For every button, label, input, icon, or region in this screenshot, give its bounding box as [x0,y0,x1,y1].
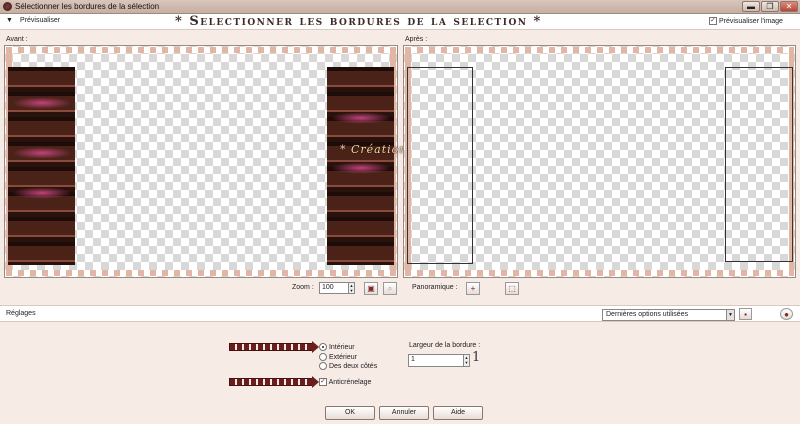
spin-arrows-icon[interactable]: ▲ ▼ [463,355,469,366]
arrow-decoration-1 [229,341,319,353]
border-width-stepper[interactable]: 1 ▲ ▼ [408,354,470,367]
after-label: Après : [405,36,428,43]
image-strip-right [327,67,394,265]
settings-bar: Réglages Dernières options utilisées ▼ ▪… [0,305,800,322]
before-label: Avant : [6,36,28,43]
settings-label: Réglages [6,310,36,317]
selection-border-right [725,67,793,262]
preset-value: Dernières options utilisées [606,311,689,318]
zoom-value: 100 [322,284,334,291]
before-preview-canvas[interactable] [4,45,398,278]
zoom-fit-icon[interactable]: ▣ [364,282,378,295]
border-width-label: Largeur de la bordure : [409,342,481,349]
preview-bar: ▼ Prévisualiser * Selectionner les bordu… [0,14,800,30]
title-bar: Sélectionner les bordures de la sélectio… [0,0,800,14]
after-preview-canvas[interactable] [403,45,796,278]
selection-border-left [407,67,473,264]
preview-toggle[interactable]: Prévisualiser [20,17,60,24]
pan-crosshair-icon[interactable]: + [466,282,480,295]
antialias-checkbox[interactable]: ✓ [319,378,327,386]
collapse-triangle-icon[interactable]: ▼ [6,17,13,24]
save-preset-icon[interactable]: ▪ [739,308,752,320]
arrow-decoration-2 [229,376,319,388]
preview-image-label: Prévisualiser l'image [718,17,783,25]
radio-interior[interactable]: Intérieur [319,343,355,351]
zoom-label: Zoom : [292,284,314,291]
spin-arrows-icon[interactable]: ▲ ▼ [348,283,354,293]
zoom-bar: Zoom : 100 ▲ ▼ ▣ ⌕ Panoramique : + ⬚ [0,281,800,297]
pan-view-icon[interactable]: ⬚ [505,282,519,295]
reset-icon[interactable]: ● [780,308,793,320]
chevron-down-icon[interactable]: ▼ [726,310,734,320]
image-strip-left [8,67,75,265]
radio-both-label: Des deux côtés [328,362,378,370]
zoom-stepper[interactable]: 100 ▲ ▼ [319,282,355,294]
window-title: Sélectionner les bordures de la sélectio… [15,2,160,11]
radio-interior-label: Intérieur [328,343,355,351]
help-button[interactable]: Aide [433,406,483,420]
antialias-option[interactable]: ✓ Anticrénelage [319,378,371,386]
ok-button[interactable]: OK [325,406,375,420]
preview-image-checkbox[interactable]: ✓ [709,17,717,25]
preview-image-option[interactable]: ✓ Prévisualiser l'image [709,17,783,25]
app-icon [3,2,12,11]
zoom-magnifier-icon[interactable]: ⌕ [383,282,397,295]
cancel-button[interactable]: Annuler [379,406,429,420]
radio-exterior-button[interactable] [319,353,327,361]
preset-dropdown[interactable]: Dernières options utilisées ▼ [602,309,735,321]
radio-exterior-label: Extérieur [328,353,357,361]
border-width-annotation: 1 [472,350,481,365]
antialias-label: Anticrénelage [328,378,372,386]
maximize-button[interactable]: ❐ [761,1,779,12]
minimize-button[interactable]: ▬ [742,1,760,12]
radio-exterior[interactable]: Extérieur [319,353,357,361]
dialog-banner: * Selectionner les bordures de la select… [175,14,542,29]
border-width-value: 1 [411,356,415,363]
close-button[interactable]: ✕ [780,1,798,12]
radio-both-button[interactable] [319,362,327,370]
radio-both-sides[interactable]: Des deux côtés [319,362,377,370]
radio-interior-button[interactable] [319,343,327,351]
panoramic-label: Panoramique : [412,284,458,291]
